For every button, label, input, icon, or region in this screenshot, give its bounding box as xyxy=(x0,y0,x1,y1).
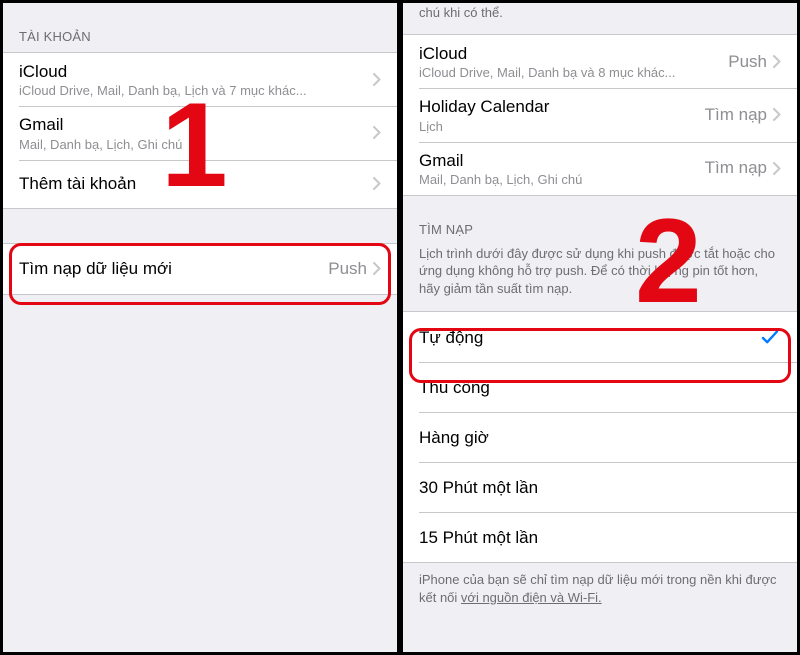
row-title: Gmail xyxy=(19,114,373,135)
account-row-gmail[interactable]: Gmail Mail, Danh bạ, Lịch, Ghi chú Tìm n… xyxy=(403,142,797,195)
fetch-description: Lịch trình dưới đây được sử dụng khi pus… xyxy=(403,245,797,312)
footer-text-b: với nguồn điện và Wi-Fi. xyxy=(461,590,602,605)
row-subtitle: Mail, Danh bạ, Lịch, Ghi chú xyxy=(419,172,705,187)
option-label: Hàng giờ xyxy=(419,427,781,448)
row-subtitle: iCloud Drive, Mail, Danh bạ, Lịch và 7 m… xyxy=(19,83,373,98)
chevron-right-icon xyxy=(373,262,381,275)
settings-accounts-screen: TÀI KHOẢN iCloud iCloud Drive, Mail, Dan… xyxy=(3,3,397,652)
chevron-right-icon xyxy=(373,126,381,139)
fetch-option-hourly[interactable]: Hàng giờ xyxy=(403,412,797,462)
account-row-icloud[interactable]: iCloud iCloud Drive, Mail, Danh bạ, Lịch… xyxy=(3,53,397,106)
add-account-row[interactable]: Thêm tài khoản xyxy=(3,160,397,208)
fetch-option-30min[interactable]: 30 Phút một lần xyxy=(403,462,797,512)
row-title: Thêm tài khoản xyxy=(19,173,373,194)
checkmark-icon xyxy=(761,328,779,346)
accounts-group: iCloud iCloud Drive, Mail, Danh bạ và 8 … xyxy=(403,34,797,196)
fetch-schedule-screen: chú khi có thể. iCloud iCloud Drive, Mai… xyxy=(403,3,797,652)
section-header-fetch: TÌM NẠP xyxy=(403,196,797,245)
option-label: 30 Phút một lần xyxy=(419,477,781,498)
fetch-new-data-row[interactable]: Tìm nạp dữ liệu mới Push xyxy=(3,244,397,294)
section-header-accounts: TÀI KHOẢN xyxy=(3,3,397,52)
option-label: Tự động xyxy=(419,327,761,348)
spacer xyxy=(3,209,397,243)
row-value: Tìm nạp xyxy=(705,105,767,125)
row-value: Tìm nạp xyxy=(705,158,767,178)
fetch-option-auto[interactable]: Tự động xyxy=(403,312,797,362)
account-row-gmail[interactable]: Gmail Mail, Danh bạ, Lịch, Ghi chú xyxy=(3,106,397,159)
chevron-right-icon xyxy=(773,162,781,175)
fetch-option-15min[interactable]: 15 Phút một lần xyxy=(403,512,797,562)
fetch-options-group: Tự động Thủ công Hàng giờ 30 Phút một lầ… xyxy=(403,311,797,563)
account-row-holiday-calendar[interactable]: Holiday Calendar Lịch Tìm nạp xyxy=(403,88,797,141)
chevron-right-icon xyxy=(373,73,381,86)
fetch-footer-note: iPhone của bạn sẽ chỉ tìm nạp dữ liệu mớ… xyxy=(403,563,797,620)
row-title: Tìm nạp dữ liệu mới xyxy=(19,258,328,279)
fetch-option-manual[interactable]: Thủ công xyxy=(403,362,797,412)
row-value: Push xyxy=(728,52,767,72)
option-label: 15 Phút một lần xyxy=(419,527,781,548)
option-label: Thủ công xyxy=(419,377,781,398)
chevron-right-icon xyxy=(773,55,781,68)
row-subtitle: iCloud Drive, Mail, Danh bạ và 8 mục khá… xyxy=(419,65,728,80)
row-title: Holiday Calendar xyxy=(419,96,705,117)
chevron-right-icon xyxy=(773,108,781,121)
account-row-icloud[interactable]: iCloud iCloud Drive, Mail, Danh bạ và 8 … xyxy=(403,35,797,88)
fetch-group: Tìm nạp dữ liệu mới Push xyxy=(3,243,397,295)
row-title: Gmail xyxy=(419,150,705,171)
accounts-group: iCloud iCloud Drive, Mail, Danh bạ, Lịch… xyxy=(3,52,397,209)
row-title: iCloud xyxy=(419,43,728,64)
row-value: Push xyxy=(328,259,367,279)
row-subtitle: Mail, Danh bạ, Lịch, Ghi chú xyxy=(19,137,373,152)
chevron-right-icon xyxy=(373,177,381,190)
truncated-header-text: chú khi có thể. xyxy=(403,3,797,34)
row-title: iCloud xyxy=(19,61,373,82)
row-subtitle: Lịch xyxy=(419,119,705,134)
